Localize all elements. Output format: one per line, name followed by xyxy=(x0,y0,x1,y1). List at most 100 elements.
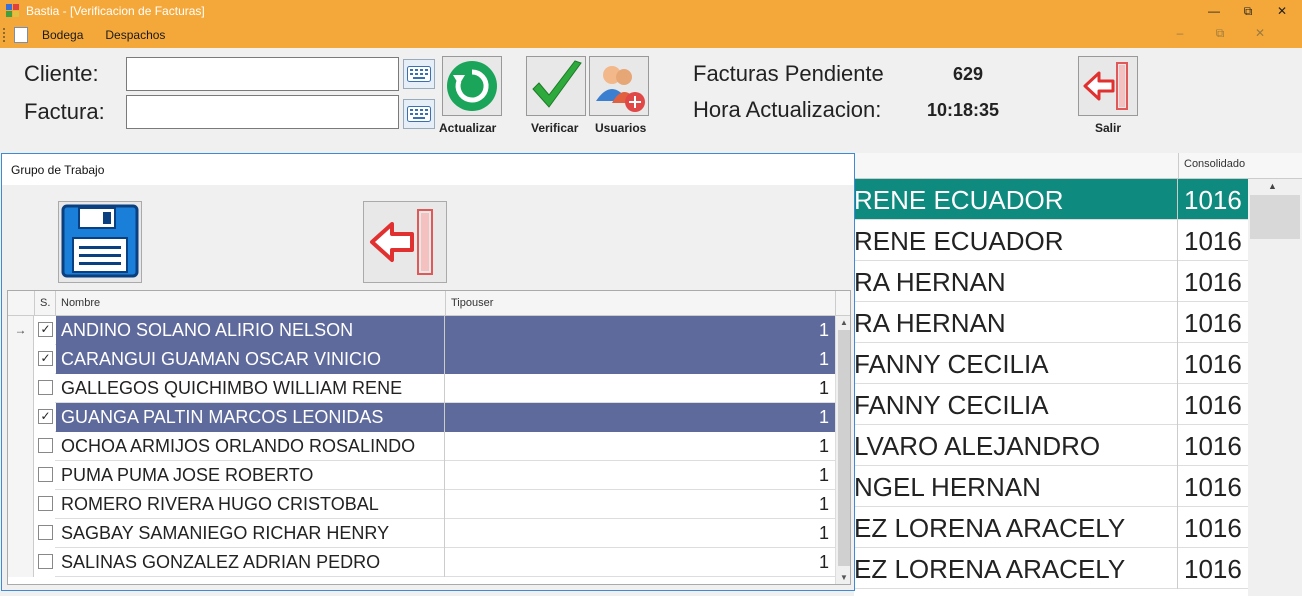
row-header[interactable] xyxy=(8,432,34,461)
grip-icon xyxy=(3,28,6,42)
header-s[interactable]: S. xyxy=(40,297,50,309)
close-button[interactable]: ✕ xyxy=(1265,2,1299,20)
table-row[interactable]: RENE ECUADOR 1016 xyxy=(854,220,1248,261)
document-icon[interactable] xyxy=(14,27,28,43)
dialog-title: Grupo de Trabajo xyxy=(2,154,854,185)
tipouser-cell: 1 xyxy=(818,465,829,485)
restore-button[interactable]: ⧉ xyxy=(1231,2,1265,20)
menu-despachos[interactable]: Despachos xyxy=(105,28,165,42)
tipouser-cell: 1 xyxy=(445,345,835,374)
mdi-minimize-button[interactable]: – xyxy=(1165,26,1195,40)
factura-input[interactable] xyxy=(126,95,399,129)
nombre-cell: GUANGA PALTIN MARCOS LEONIDAS xyxy=(56,403,445,432)
select-checkbox[interactable]: ✓ xyxy=(38,351,53,366)
select-checkbox[interactable] xyxy=(38,525,53,540)
mdi-restore-button[interactable]: ⧉ xyxy=(1205,26,1235,41)
scroll-up-icon[interactable]: ▲ xyxy=(840,318,848,327)
table-row[interactable]: GALLEGOS QUICHIMBO WILLIAM RENE 1 xyxy=(8,374,835,403)
cliente-cell: RA HERNAN xyxy=(854,308,1006,338)
minimize-button[interactable]: — xyxy=(1197,2,1231,20)
row-header[interactable] xyxy=(8,374,34,403)
consolidado-cell: 1016 xyxy=(1184,472,1242,502)
cliente-cell: NGEL HERNAN xyxy=(854,472,1041,502)
scroll-down-icon[interactable]: ▼ xyxy=(840,573,848,582)
tipouser-cell: 1 xyxy=(818,494,829,514)
scroll-up-icon[interactable]: ▲ xyxy=(1268,181,1277,191)
select-checkbox[interactable] xyxy=(38,438,53,453)
header-tipouser[interactable]: Tipouser xyxy=(451,297,493,309)
scroll-thumb[interactable] xyxy=(838,330,850,566)
table-row[interactable]: NGEL HERNAN 1016 xyxy=(854,466,1248,507)
select-checkbox[interactable] xyxy=(38,467,53,482)
nombre-cell: OCHOA ARMIJOS ORLANDO ROSALINDO xyxy=(56,432,445,461)
consolidado-cell: 1016 xyxy=(1184,390,1242,420)
select-checkbox[interactable] xyxy=(38,554,53,569)
usuarios-grid[interactable]: S. Nombre Tipouser → ✓ ANDINO SOLANO ALIRI… xyxy=(7,290,851,585)
nombre-cell: PUMA PUMA JOSE ROBERTO xyxy=(56,461,445,490)
dialog-exit-button[interactable] xyxy=(363,201,447,283)
table-row[interactable]: EZ LORENA ARACELY 1016 xyxy=(854,548,1248,589)
factura-label: Factura: xyxy=(24,99,105,124)
table-row[interactable]: SALINAS GONZALEZ ADRIAN PEDRO 1 xyxy=(8,548,835,577)
table-row[interactable]: → ✓ ANDINO SOLANO ALIRIO NELSON 1 xyxy=(8,316,835,345)
nombre-cell: CARANGUI GUAMAN OSCAR VINICIO xyxy=(56,345,445,374)
row-header[interactable] xyxy=(8,403,34,432)
table-row[interactable]: RA HERNAN 1016 xyxy=(854,261,1248,302)
row-header[interactable] xyxy=(8,519,34,548)
consolidado-cell: 1016 xyxy=(1184,185,1242,215)
consolidado-cell: 1016 xyxy=(1184,349,1242,379)
salir-button[interactable] xyxy=(1078,56,1138,116)
tipouser-cell: 1 xyxy=(818,378,829,398)
table-row[interactable]: FANNY CECILIA 1016 xyxy=(854,384,1248,425)
cliente-cell: FANNY CECILIA xyxy=(854,349,1049,379)
select-checkbox[interactable] xyxy=(38,380,53,395)
table-row[interactable]: FANNY CECILIA 1016 xyxy=(854,343,1248,384)
save-button[interactable] xyxy=(58,201,142,283)
menu-bodega[interactable]: Bodega xyxy=(42,28,83,42)
facturas-pendiente-value: 629 xyxy=(953,64,984,84)
verificar-button[interactable] xyxy=(526,56,586,116)
floppy-disk-icon xyxy=(61,204,139,278)
table-row[interactable]: EZ LORENA ARACELY 1016 xyxy=(854,507,1248,548)
select-checkbox[interactable]: ✓ xyxy=(38,409,53,424)
consolidado-cell: 1016 xyxy=(1184,226,1242,256)
table-row[interactable]: ✓ CARANGUI GUAMAN OSCAR VINICIO 1 xyxy=(8,345,835,374)
facturas-grid[interactable]: Consolidado RENE ECUADOR 1016 RENE ECUADOR… xyxy=(854,153,1302,596)
salir-label: Salir xyxy=(1095,121,1122,135)
select-checkbox[interactable]: ✓ xyxy=(38,322,53,337)
select-checkbox[interactable] xyxy=(38,496,53,511)
factura-keyboard-icon[interactable] xyxy=(403,99,435,129)
consolidado-cell: 1016 xyxy=(1184,513,1242,543)
actualizar-button[interactable] xyxy=(442,56,502,116)
usuarios-label: Usuarios xyxy=(595,121,647,135)
cliente-cell: RENE ECUADOR xyxy=(854,226,1064,256)
cliente-keyboard-icon[interactable] xyxy=(403,59,435,89)
row-header[interactable]: → xyxy=(8,316,34,345)
row-header[interactable] xyxy=(8,548,34,577)
cliente-cell: RENE ECUADOR xyxy=(854,185,1064,215)
mdi-close-button[interactable]: ✕ xyxy=(1245,26,1275,40)
title-bar: Bastia - [Verificacion de Facturas] — ⧉ … xyxy=(0,0,1302,22)
header-nombre[interactable]: Nombre xyxy=(61,297,100,309)
exit-icon xyxy=(370,209,433,275)
cliente-cell: LVARO ALEJANDRO xyxy=(854,431,1101,461)
facturas-grid-scrollbar[interactable]: ▲ xyxy=(1248,179,1302,596)
header-consolidado: Consolidado xyxy=(1184,158,1246,170)
table-row[interactable]: RA HERNAN 1016 xyxy=(854,302,1248,343)
scroll-thumb[interactable] xyxy=(1250,195,1300,239)
table-row[interactable]: ROMERO RIVERA HUGO CRISTOBAL 1 xyxy=(8,490,835,519)
table-row[interactable]: PUMA PUMA JOSE ROBERTO 1 xyxy=(8,461,835,490)
row-header[interactable] xyxy=(8,345,34,374)
row-header[interactable] xyxy=(8,490,34,519)
table-row[interactable]: SAGBAY SAMANIEGO RICHAR HENRY 1 xyxy=(8,519,835,548)
cliente-input[interactable] xyxy=(126,57,399,91)
table-row[interactable]: RENE ECUADOR 1016 xyxy=(854,179,1248,220)
table-row[interactable]: OCHOA ARMIJOS ORLANDO ROSALINDO 1 xyxy=(8,432,835,461)
actualizar-label: Actualizar xyxy=(439,121,497,135)
table-row[interactable]: ✓ GUANGA PALTIN MARCOS LEONIDAS 1 xyxy=(8,403,835,432)
usuarios-button[interactable] xyxy=(589,56,649,116)
hora-actualizacion-value: 10:18:35 xyxy=(927,100,1000,120)
usuarios-grid-scrollbar[interactable]: ▲ ▼ xyxy=(835,316,850,584)
table-row[interactable]: LVARO ALEJANDRO 1016 xyxy=(854,425,1248,466)
row-header[interactable] xyxy=(8,461,34,490)
